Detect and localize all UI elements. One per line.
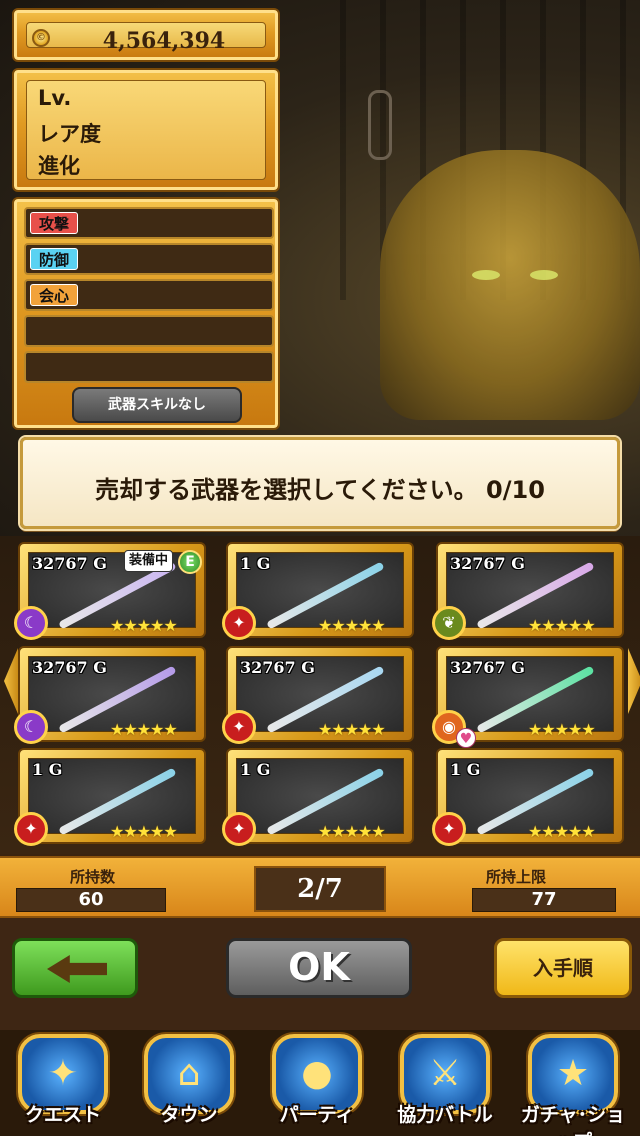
weapon-card[interactable]: 32767 G ★★★★★ ✦ xyxy=(222,646,414,744)
stat-row-attack: 攻撃 xyxy=(24,207,274,239)
weapon-skill-button[interactable]: 武器スキルなし xyxy=(72,387,242,423)
bottom-nav: ✦ クエスト ⌂ タウン ● パーティ ⚔ 協力バトル ★ ガチャ･ショップ xyxy=(0,1030,640,1136)
weapon-price: 1 G xyxy=(32,760,63,779)
limit-label: 所持上限 xyxy=(486,868,547,886)
weapon-price: 1 G xyxy=(240,760,271,779)
defense-tag: 防御 xyxy=(30,248,79,270)
weapon-price: 32767 G xyxy=(240,658,315,677)
ok-button[interactable]: OK xyxy=(226,938,412,998)
back-arrow-icon xyxy=(47,955,107,983)
rarity-stars: ★★★★★ xyxy=(528,720,596,739)
element-red-icon: ✦ xyxy=(222,812,256,846)
weapon-card[interactable]: 1 G ★★★★★ ✦ xyxy=(222,748,414,846)
nav-label: タウン xyxy=(160,1104,218,1126)
weapon-price: 32767 G xyxy=(32,554,107,573)
currency-panel: © 4,564,394 xyxy=(12,8,280,62)
element-purple-icon: ☾ xyxy=(14,606,48,640)
weapon-card[interactable]: 1 G ★★★★★ ✦ xyxy=(222,542,414,640)
stat-row-empty xyxy=(24,315,274,347)
page-indicator: 2/7 xyxy=(254,866,386,912)
rarity-stars: ★★★★★ xyxy=(110,822,178,841)
weapon-card[interactable]: 32767 G ★★★★★ ☾ xyxy=(14,646,206,744)
weapon-price: 32767 G xyxy=(450,554,525,573)
rarity-stars: ★★★★★ xyxy=(528,616,596,635)
element-purple-icon: ☾ xyxy=(14,710,48,744)
weapon-card[interactable]: 1 G ★★★★★ ✦ xyxy=(432,748,624,846)
instruction-banner: 売却する武器を選択してください。 0/10 xyxy=(20,437,620,529)
nav-label: ガチャ･ショップ xyxy=(520,1104,626,1136)
element-green-icon: ❦ xyxy=(432,606,466,640)
weapon-card[interactable]: 32767 G ★★★★★ ◉ ♥ xyxy=(432,646,624,748)
limit-value: 77 xyxy=(472,888,616,912)
currency-value: 4,564,394 xyxy=(102,28,226,54)
weapon-card[interactable]: 32767 G ★★★★★ ☾ 装備中 E xyxy=(14,542,206,640)
nav-quest[interactable]: ✦ クエスト xyxy=(4,1034,122,1134)
element-red-icon: ✦ xyxy=(432,812,466,846)
weapon-price: 1 G xyxy=(240,554,271,573)
weapon-card[interactable]: 1 G ★★★★★ ✦ xyxy=(14,748,206,846)
evolution-label: 進化 xyxy=(38,154,80,178)
equipped-badge: 装備中 xyxy=(124,550,174,572)
weapon-stats-panel: 攻撃 防御 会心 武器スキルなし xyxy=(12,197,280,430)
lion-character xyxy=(380,150,640,420)
weapon-card[interactable]: 32767 G ★★★★★ ❦ xyxy=(432,542,624,640)
favorite-lock-icon: ♥ xyxy=(456,728,476,748)
rarity-stars: ★★★★★ xyxy=(318,822,386,841)
critical-tag: 会心 xyxy=(30,284,79,306)
nav-coop-battle[interactable]: ⚔ 協力バトル xyxy=(386,1034,504,1134)
stat-row-critical: 会心 xyxy=(24,279,274,311)
element-red-icon: ✦ xyxy=(222,710,256,744)
hanging-lamp xyxy=(368,90,392,160)
owned-count-value: 60 xyxy=(16,888,166,912)
back-button[interactable] xyxy=(12,938,138,998)
rarity-stars: ★★★★★ xyxy=(528,822,596,841)
element-red-icon: ✦ xyxy=(222,606,256,640)
attack-tag: 攻撃 xyxy=(30,212,79,234)
rarity-stars: ★★★★★ xyxy=(318,720,386,739)
coin-icon: © xyxy=(32,29,50,47)
nav-label: クエスト xyxy=(24,1104,101,1126)
nav-town[interactable]: ⌂ タウン xyxy=(130,1034,248,1134)
element-red-icon: ✦ xyxy=(14,812,48,846)
weapon-price: 32767 G xyxy=(450,658,525,677)
nav-label: パーティ xyxy=(279,1104,355,1126)
weapon-price: 1 G xyxy=(450,760,481,779)
stat-row-empty xyxy=(24,351,274,383)
sort-button[interactable]: 入手順 xyxy=(494,938,632,998)
nav-label: 協力バトル xyxy=(397,1104,493,1126)
weapon-info-panel: Lv. レア度 進化 xyxy=(12,68,280,192)
level-label: Lv. xyxy=(38,86,72,110)
action-row: OK 入手順 xyxy=(0,918,640,1030)
inventory-count-bar: 所持数 60 2/7 所持上限 77 xyxy=(0,856,640,918)
rarity-label: レア度 xyxy=(38,122,101,146)
stat-row-defense: 防御 xyxy=(24,243,274,275)
instruction-text: 売却する武器を選択してください。 0/10 xyxy=(95,476,545,504)
rarity-stars: ★★★★★ xyxy=(318,616,386,635)
lion-eye xyxy=(530,270,558,280)
rarity-stars: ★★★★★ xyxy=(110,616,178,635)
nav-gacha-shop[interactable]: ★ ガチャ･ショップ xyxy=(514,1034,632,1136)
rarity-stars: ★★★★★ xyxy=(110,720,178,739)
owned-count-label: 所持数 xyxy=(70,868,116,886)
lion-eye xyxy=(472,270,500,280)
equip-mark-icon: E xyxy=(178,550,202,574)
nav-party[interactable]: ● パーティ xyxy=(258,1034,376,1134)
weapon-price: 32767 G xyxy=(32,658,107,677)
